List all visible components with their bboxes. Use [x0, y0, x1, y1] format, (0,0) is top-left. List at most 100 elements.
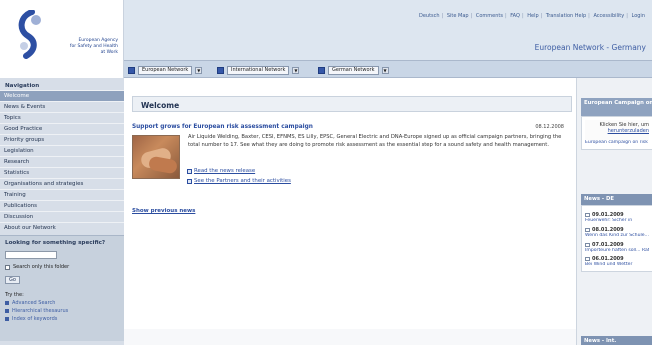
search-go-button[interactable]: Go — [5, 276, 20, 284]
link-label: Index of keywords — [12, 316, 58, 322]
select-value: International Network — [227, 66, 290, 75]
campaign-title: European Campaign on risk assessment 200… — [581, 98, 652, 116]
agency-logo-icon — [18, 10, 41, 59]
network-icon — [128, 67, 135, 74]
news-int-box: News - Int. — [581, 336, 652, 345]
list-item[interactable]: 08.01.2009 Wenn das Kind zur Schule... V… — [585, 227, 649, 239]
main-footer-strip — [124, 329, 576, 345]
sidebar-item-topics[interactable]: Topics — [0, 112, 124, 123]
advanced-search-link[interactable]: Advanced Search — [5, 300, 119, 306]
separator: | — [626, 13, 628, 19]
page-header: European Agency for Safety and Health at… — [0, 0, 652, 78]
sidebar-item-discussion[interactable]: Discussion — [0, 211, 124, 222]
search-only-folder[interactable]: Search only this folder — [5, 264, 119, 270]
news-headline-link[interactable]: Support grows for European risk assessme… — [132, 124, 313, 130]
sidebar-item-about-network[interactable]: About our Network — [0, 222, 124, 233]
select-value: European Network — [138, 66, 193, 75]
sidebar-item-research[interactable]: Research — [0, 156, 124, 167]
campaign-download-link[interactable]: herunterzuladen — [585, 128, 649, 134]
link-label: Read the news release — [194, 168, 256, 174]
chevron-down-icon[interactable]: ▼ — [292, 67, 300, 74]
sidebar-item-welcome[interactable]: Welcome — [0, 90, 124, 101]
link-accessibility[interactable]: Accessibility — [593, 13, 624, 19]
link-label: Hierarchical thesaurus — [12, 308, 69, 314]
news-item-text[interactable]: Wenn das Kind zur Schule... Versicherung… — [585, 233, 649, 239]
list-item[interactable]: 09.01.2009 Feuerwehr: Sicher in — [585, 212, 649, 224]
search-folder-checkbox[interactable] — [5, 264, 10, 270]
bullet-icon — [5, 317, 9, 321]
sidebar-item-statistics[interactable]: Statistics — [0, 167, 124, 178]
sidebar-item-publications[interactable]: Publications — [0, 200, 124, 211]
search-title: Looking for something specific? — [5, 240, 106, 246]
campaign-body: Klicken Sie hier, um herunterzuladen Eur… — [581, 116, 652, 150]
sidebar-item-news-events[interactable]: News & Events — [0, 101, 124, 112]
network-icon — [318, 67, 325, 74]
news-item-date: 08.01.2009 — [592, 226, 624, 233]
document-icon — [187, 168, 192, 174]
sidebar-item-good-practice[interactable]: Good Practice — [0, 123, 124, 134]
search-folder-label: Search only this folder — [13, 264, 70, 270]
search-input[interactable] — [5, 251, 57, 259]
bullet-icon — [5, 301, 9, 305]
agency-logo[interactable]: European Agency for Safety and Health at… — [0, 0, 124, 78]
separator: | — [504, 13, 507, 19]
thesaurus-link[interactable]: Hierarchical thesaurus — [5, 308, 119, 314]
link-comments[interactable]: Comments — [476, 13, 503, 19]
sidebar-item-organisations[interactable]: Organisations and strategies — [0, 178, 124, 189]
sidebar-item-priority-groups[interactable]: Priority groups — [0, 134, 124, 145]
campaign-box: European Campaign on risk assessment 200… — [581, 98, 652, 150]
news-de-box: News - DE 09.01.2009 Feuerwehr: Sicher i… — [581, 194, 652, 273]
read-news-release-link[interactable]: Read the news release — [187, 168, 255, 174]
navigation-list: Welcome News & Events Topics Good Practi… — [0, 90, 124, 233]
select-german-network[interactable]: German Network ▼ — [318, 66, 389, 75]
network-toolbar: European Network ▼ International Network… — [124, 60, 652, 78]
keywords-index-link[interactable]: Index of keywords — [5, 316, 119, 322]
news-item-text[interactable]: Feuerwehr: Sicher in — [585, 218, 649, 224]
site-title: European Network - Germany — [534, 43, 646, 52]
sidebar-item-training[interactable]: Training — [0, 189, 124, 200]
list-item[interactable]: 07.01.2009 Importeure haften soll... Rat… — [585, 242, 649, 254]
news-icon — [585, 227, 590, 232]
news-icon — [585, 242, 590, 247]
select-international-network[interactable]: International Network ▼ — [217, 66, 300, 75]
campaign-caption[interactable]: European campaign on risk Assessment 200… — [585, 140, 649, 146]
agency-name-line-3: at Work — [100, 50, 118, 55]
select-european-network[interactable]: European Network ▼ — [128, 66, 203, 75]
separator: | — [521, 13, 524, 19]
handshake-shape — [147, 155, 179, 175]
campaign-banner[interactable]: Klicken Sie hier, um herunterzuladen — [585, 120, 649, 140]
document-icon — [187, 178, 192, 184]
search-panel: Looking for something specific? Search o… — [0, 235, 124, 341]
separator: | — [540, 13, 543, 19]
select-value: German Network — [328, 66, 379, 75]
right-column: European Campaign on risk assessment 200… — [576, 78, 652, 345]
news-de-title: News - DE — [581, 194, 652, 205]
chevron-down-icon[interactable]: ▼ — [381, 67, 389, 74]
link-deutsch[interactable]: Deutsch — [419, 13, 440, 19]
chevron-down-icon[interactable]: ▼ — [195, 67, 203, 74]
link-help[interactable]: Help — [527, 13, 538, 19]
news-date: 08.12.2008 — [535, 124, 564, 130]
news-item-date: 07.01.2009 — [592, 241, 624, 248]
news-icon — [585, 213, 590, 217]
link-faq[interactable]: FAQ — [510, 13, 520, 19]
utility-links: Deutsch | Site Map | Comments | FAQ | Help | … — [418, 13, 646, 19]
news-de-body: 09.01.2009 Feuerwehr: Sicher in 08.01.20… — [581, 205, 652, 273]
main-content: Welcome Support grows for European risk … — [124, 78, 576, 345]
link-translation-help[interactable]: Translation Help — [546, 13, 586, 19]
show-previous-news-link[interactable]: Show previous news — [132, 208, 195, 214]
navigation-title: Navigation — [5, 83, 40, 89]
agency-name: European Agency for Safety and Health at… — [52, 38, 118, 56]
sidebar-item-legislation[interactable]: Legislation — [0, 145, 124, 156]
bullet-icon — [5, 309, 9, 313]
separator: | — [441, 13, 444, 19]
news-item-text[interactable]: Bei Wind und Wetter — [585, 262, 649, 268]
header-banner: Deutsch | Site Map | Comments | FAQ | Help | … — [124, 0, 652, 60]
link-login[interactable]: Login — [632, 13, 646, 19]
list-item[interactable]: 06.01.2009 Bei Wind und Wetter — [585, 256, 649, 268]
page-title: Welcome — [132, 96, 572, 112]
partners-activities-link[interactable]: See the Partners and their activities — [187, 178, 291, 184]
link-label: Advanced Search — [12, 300, 56, 306]
news-item-text[interactable]: Importeure haften soll... Ratgeber infor… — [585, 248, 649, 254]
link-site-map[interactable]: Site Map — [447, 13, 469, 19]
